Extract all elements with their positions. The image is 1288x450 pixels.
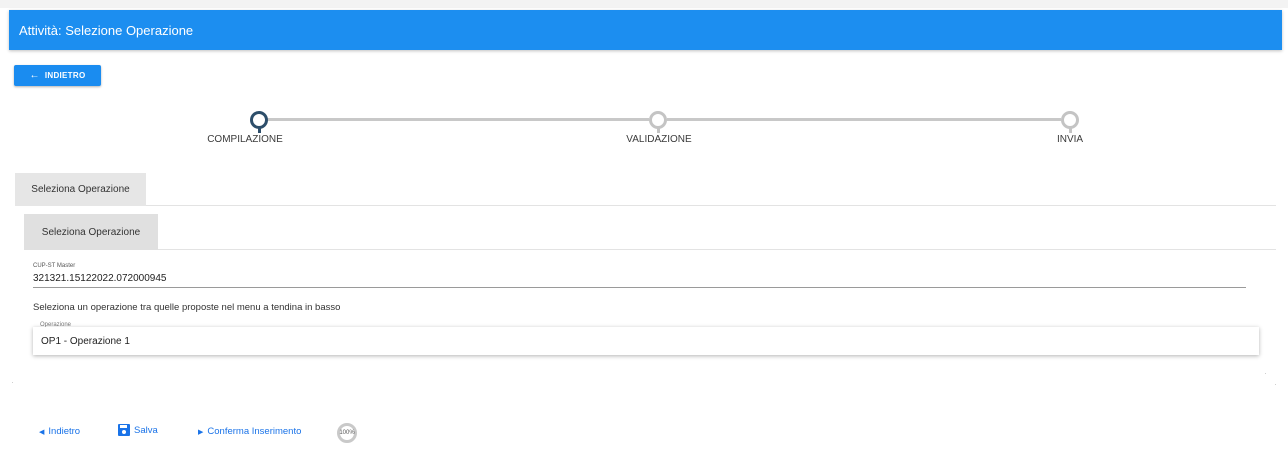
arrow-left-icon: ←: [29, 70, 40, 81]
footer-confirm-link[interactable]: ▶ Conferma Inserimento: [198, 426, 301, 437]
stepper-line: [667, 118, 1061, 121]
stepper-line: [259, 118, 649, 121]
operation-selected-value: OP1 - Operazione 1: [41, 335, 130, 347]
step-label-validazione: VALIDAZIONE: [626, 134, 692, 145]
operation-dropdown[interactable]: OP1 - Operazione 1: [33, 327, 1259, 355]
progress-text: 100%: [339, 430, 355, 436]
step-label-invia: INVIA: [1056, 134, 1084, 145]
back-button[interactable]: ← INDIETRO: [14, 65, 101, 86]
cup-field-value[interactable]: 321321.15122022.072000945: [33, 273, 166, 284]
cup-field-underline: [33, 287, 1246, 288]
inner-tab-label: Seleziona Operazione: [41, 226, 141, 238]
back-button-label: INDIETRO: [44, 71, 86, 80]
inner-tab-divider: [158, 249, 1276, 250]
instruction-text: Seleziona un operazione tra quelle propo…: [33, 302, 341, 313]
cup-field-label: CUP-ST Master: [33, 263, 76, 269]
page-title: Attività: Selezione Operazione: [19, 22, 194, 38]
caret-left-icon: ◀: [39, 428, 45, 436]
footer-back-link[interactable]: ◀ Indietro: [39, 426, 80, 437]
caret-right-icon: ▶: [198, 428, 204, 436]
tab-label: Seleziona Operazione: [31, 184, 130, 195]
footer-back-label: Indietro: [48, 426, 81, 437]
footer-save-button[interactable]: Salva: [118, 424, 158, 436]
step-compilazione-icon: [250, 111, 268, 133]
step-validazione-icon: [649, 111, 667, 133]
divider-dot: [12, 382, 13, 383]
step-label-compilazione: COMPILAZIONE: [207, 134, 283, 145]
tab-seleziona-operazione[interactable]: Seleziona Operazione: [15, 173, 146, 206]
page-header: Attività: Selezione Operazione: [9, 10, 1282, 50]
footer-confirm-label: Conferma Inserimento: [207, 426, 302, 437]
progress-indicator: 100%: [337, 423, 357, 443]
tab-divider: [146, 205, 1276, 206]
divider-dot: [1265, 373, 1266, 374]
inner-tab-seleziona-operazione[interactable]: Seleziona Operazione: [24, 214, 158, 250]
step-invia-icon: [1061, 111, 1079, 133]
divider-dot: [1275, 384, 1276, 385]
save-icon: [118, 424, 130, 436]
top-strip: [0, 0, 1288, 8]
footer-save-label: Salva: [134, 424, 158, 436]
